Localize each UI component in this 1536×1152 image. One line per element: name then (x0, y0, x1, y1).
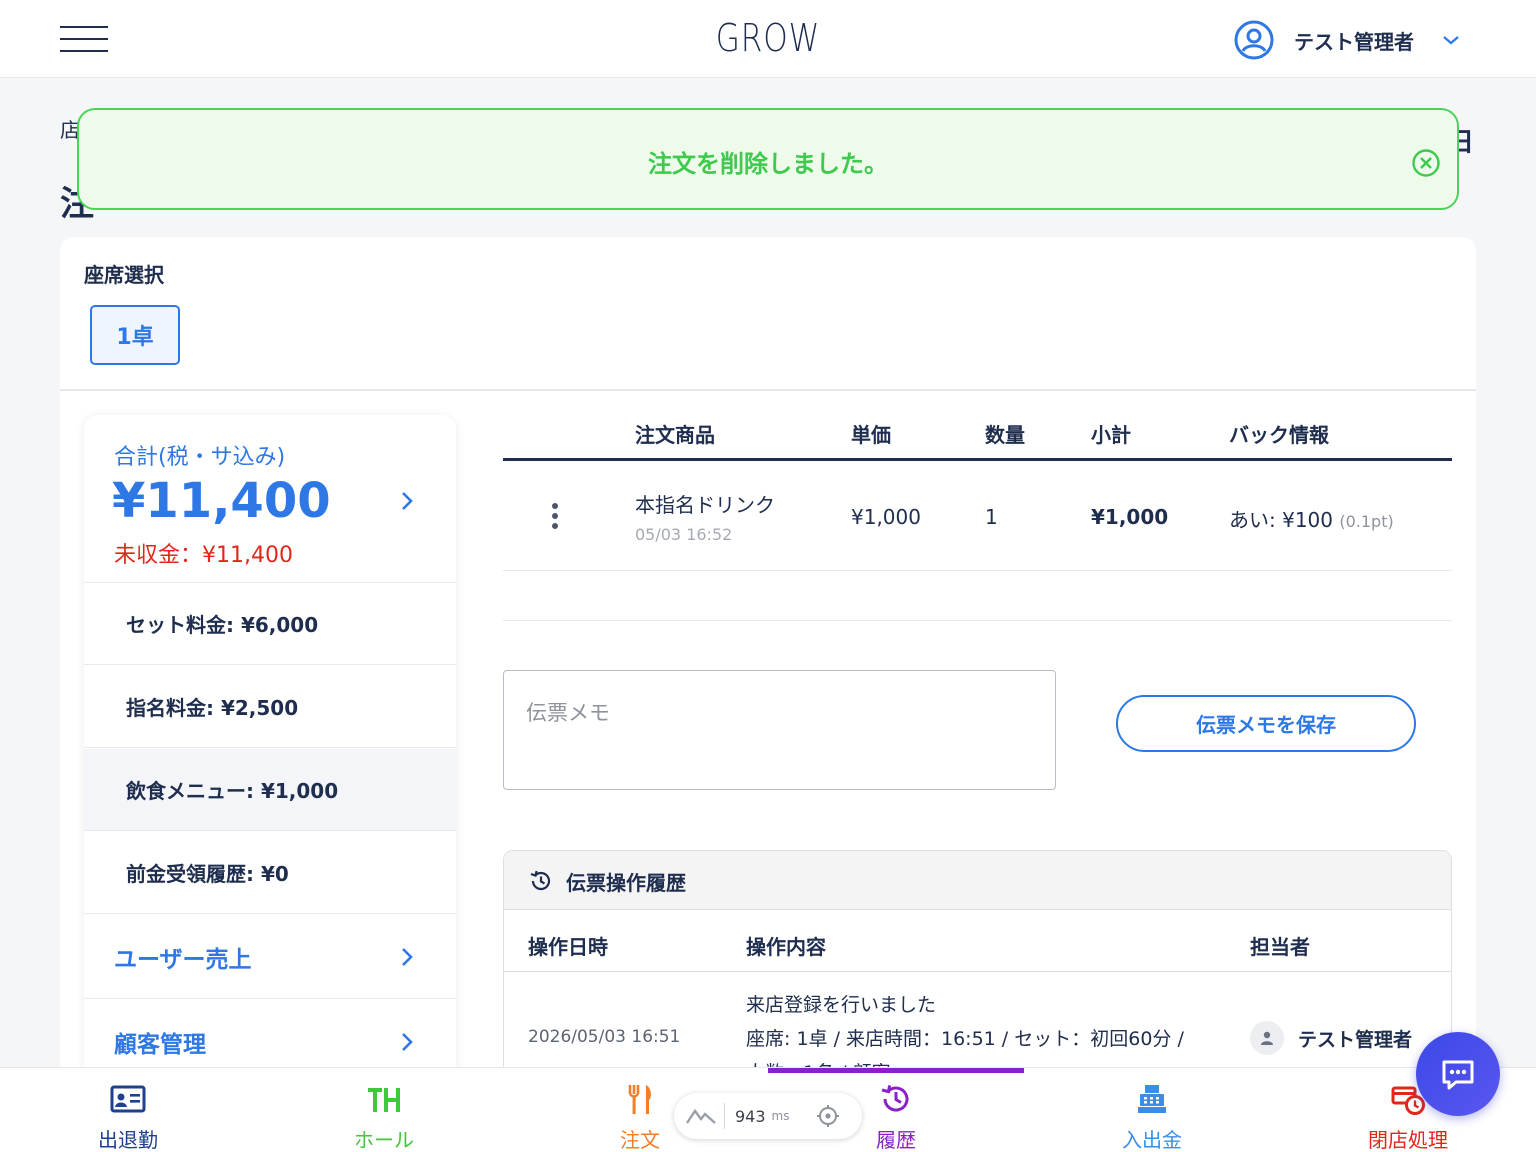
nav-label: ホール (354, 1128, 414, 1152)
column-header: 操作日時 (528, 935, 608, 959)
food-menu-row[interactable]: 飲食メニュー: ¥1,000 (84, 749, 456, 831)
column-header: 数量 (985, 423, 1025, 447)
nav-label: 出退勤 (98, 1128, 158, 1152)
user-name: テスト管理者 (1294, 29, 1414, 54)
person-icon (1250, 1021, 1284, 1055)
deposit-history-row: 前金受領履歴: ¥0 (84, 832, 456, 914)
history-datetime: 2026/05/03 16:51 (528, 1027, 681, 1047)
item-back-info: あい: ¥100 (0.1pt) (1229, 504, 1394, 533)
chat-bubble-icon (1442, 1060, 1474, 1090)
chevron-right-icon (402, 492, 413, 510)
column-header: 小計 (1091, 423, 1131, 447)
app-header: GROW テスト管理者 (0, 0, 1536, 78)
seat-select-label: 座席選択 (84, 263, 164, 287)
latency-unit: ms (771, 1109, 790, 1123)
id-card-icon (110, 1085, 146, 1113)
total-amount: ¥11,400 (112, 473, 331, 529)
history-operator: テスト管理者 (1250, 1021, 1412, 1055)
fork-knife-icon (628, 1085, 651, 1114)
slip-memo-input[interactable] (503, 670, 1056, 790)
item-subtotal: ¥1,000 (1091, 505, 1169, 529)
user-avatar-icon (1234, 20, 1274, 60)
divider (724, 1103, 725, 1129)
set-fee-row: セット料金: ¥6,000 (84, 583, 456, 665)
close-icon[interactable] (1411, 148, 1441, 178)
history-title: 伝票操作履歴 (566, 871, 686, 895)
nav-hall[interactable]: ホール (256, 1068, 512, 1152)
performance-monitor[interactable]: 943 ms (674, 1093, 862, 1139)
slip-history-panel: 伝票操作履歴 操作日時 操作内容 担当者 2026/05/03 16:51 来店… (503, 850, 1452, 1090)
active-nav-indicator (768, 1068, 1024, 1073)
hamburger-menu-icon[interactable] (60, 26, 108, 52)
history-content-line: 座席: 1卓 / 来店時間：16:51 / セット：初回60分 / (746, 1028, 1184, 1050)
item-qty: 1 (985, 505, 998, 529)
row-divider (503, 570, 1452, 571)
column-header: バック情報 (1229, 423, 1329, 447)
column-header: 注文商品 (635, 423, 715, 447)
chat-button[interactable] (1416, 1032, 1500, 1116)
crosshair-icon[interactable] (816, 1104, 840, 1128)
user-sales-label: ユーザー売上 (114, 946, 252, 973)
row-divider (503, 620, 1452, 621)
column-header: 操作内容 (746, 935, 826, 959)
order-card: 座席選択 1卓 合計(税・サ込み) ¥11,400 未収金：¥11,400 セッ… (60, 237, 1476, 1090)
nav-cash[interactable]: 入出金 (1024, 1068, 1280, 1152)
total-label: 合計(税・サ込み) (114, 445, 286, 470)
seat-button-1[interactable]: 1卓 (90, 305, 180, 365)
save-memo-button[interactable]: 伝票メモを保存 (1116, 695, 1416, 752)
chevron-right-icon (402, 1033, 413, 1051)
chevron-right-icon (402, 948, 413, 966)
hall-table-icon (368, 1088, 400, 1112)
column-header: 単価 (851, 423, 891, 447)
divider (60, 389, 1476, 391)
user-sales-link[interactable]: ユーザー売上 (84, 915, 456, 999)
history-icon (881, 1085, 909, 1112)
history-content-line: 来店登録を行いました (746, 994, 937, 1016)
unpaid-amount: 未収金：¥11,400 (114, 543, 293, 568)
back-amount: あい: ¥100 (1229, 508, 1333, 532)
history-icon (530, 870, 551, 891)
header-divider (503, 458, 1452, 461)
item-unit-price: ¥1,000 (851, 505, 921, 529)
row-menu-icon[interactable] (551, 503, 559, 529)
cash-register-icon (1138, 1085, 1166, 1113)
total-block[interactable]: 合計(税・サ込み) ¥11,400 未収金：¥11,400 (84, 415, 456, 583)
back-points: (0.1pt) (1339, 512, 1394, 531)
operator-name: テスト管理者 (1298, 1028, 1413, 1051)
header-divider (504, 971, 1451, 972)
success-toast: 注文を削除しました。 (77, 108, 1459, 210)
mountain-logo-icon (686, 1108, 716, 1124)
toast-message: 注文を削除しました。 (648, 150, 888, 178)
nav-label: 入出金 (1122, 1128, 1182, 1152)
history-header: 伝票操作履歴 (504, 851, 1451, 910)
item-time: 05/03 16:52 (635, 525, 733, 544)
customer-management-label: 顧客管理 (114, 1031, 206, 1058)
nav-label: 閉店処理 (1368, 1128, 1448, 1152)
item-name: 本指名ドリンク (635, 493, 775, 517)
nomination-fee-row: 指名料金: ¥2,500 (84, 666, 456, 748)
bill-summary-panel: 合計(税・サ込み) ¥11,400 未収金：¥11,400 セット料金: ¥6,… (84, 415, 456, 1085)
user-menu[interactable]: テスト管理者 (1234, 18, 1460, 62)
chevron-down-icon (1443, 36, 1459, 45)
latency-value: 943 (735, 1106, 766, 1126)
nav-attendance[interactable]: 出退勤 (0, 1068, 256, 1152)
app-logo: GROW (715, 16, 821, 60)
column-header: 担当者 (1250, 935, 1310, 959)
